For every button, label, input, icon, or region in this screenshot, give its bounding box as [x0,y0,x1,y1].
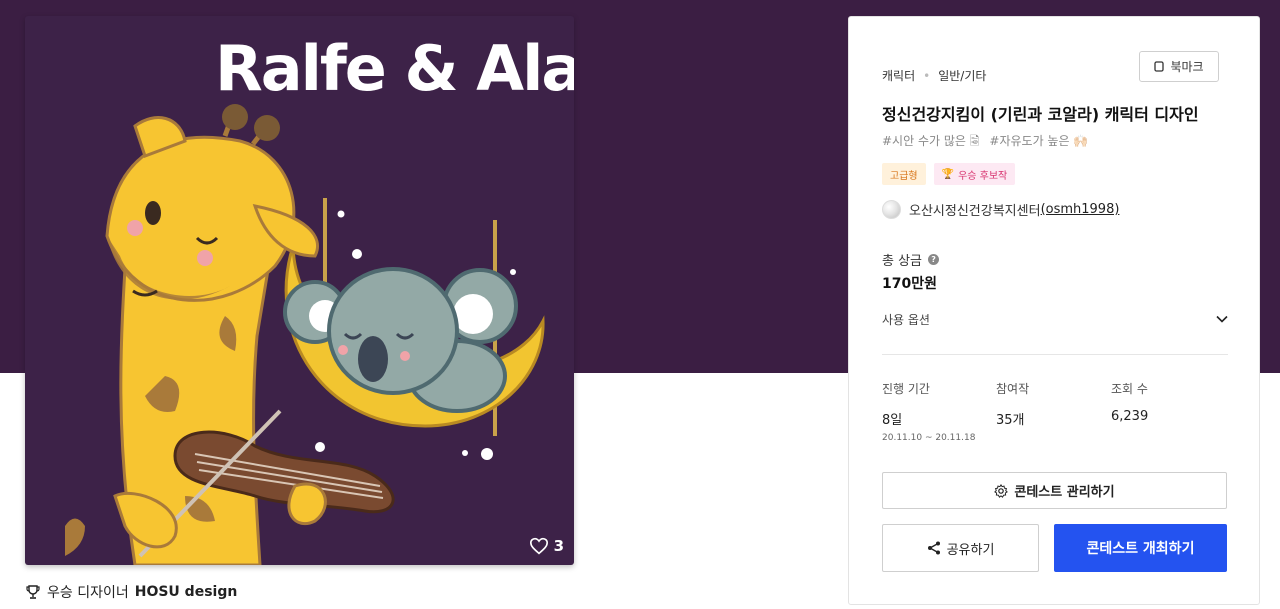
share-icon [927,541,940,555]
winner-name[interactable]: HOSU design [135,584,238,600]
stat-entries-label: 참여작 [996,382,1030,396]
usage-options-dropdown[interactable]: 사용 옵션 [882,307,1228,331]
prize-value: 170만원 [882,276,937,292]
tag-many-drafts[interactable]: #시안 수가 많은 🗟 [882,132,979,153]
breadcrumb-separator: • [923,68,931,83]
candidate-badge: 🏆 우승 후보작 [933,163,1016,185]
divider [882,354,1228,355]
stat-entries-value: 35개 [996,413,1025,428]
bookmark-label: 북마크 [1170,60,1204,74]
premium-badge: 고급형 [882,163,926,185]
share-button[interactable]: 공유하기 [882,524,1039,572]
host-handle-link[interactable]: (osmh1998) [1041,202,1120,217]
stat-period-value: 8일 [882,413,903,428]
gear-icon [994,483,1009,498]
bookmark-button[interactable]: 북마크 [1139,51,1219,82]
stat-views-value: 6,239 [1111,409,1149,424]
candidate-badge-label: 우승 후보작 [958,170,1008,182]
like-button[interactable]: 3 [529,537,564,555]
stat-views-label: 조회 수 [1111,382,1148,396]
stat-period-label: 진행 기간 [882,382,930,396]
contest-tags: #시안 수가 많은 🗟 #자유도가 높은 🙌🏻 [882,132,1088,153]
host-info: 오산시정신건강복지센터 (osmh1998) [882,200,1119,219]
usage-options-label: 사용 옵션 [882,312,930,327]
contest-artwork[interactable]: Ralfe & Ala 3 [25,16,574,565]
winner-designer: 우승 디자이너 HOSU design [25,582,237,602]
prize-label-row: 총 상금 ? [882,250,940,269]
help-icon[interactable]: ? [928,254,940,265]
heart-icon [529,537,548,555]
contest-info-card: 캐릭터 • 일반/기타 북마크 정신건강지킴이 (기린과 코알라) 캐릭터 디자… [848,16,1260,605]
host-name: 오산시정신건강복지센터 [909,204,1041,219]
manage-contest-label: 콘테스트 관리하기 [1014,485,1115,500]
contest-badges: 고급형 🏆 우승 후보작 [882,163,1016,185]
share-label: 공유하기 [946,542,995,558]
tag-high-freedom[interactable]: #자유도가 높은 🙌🏻 [989,132,1088,153]
trophy-icon: 🏆 [941,168,955,180]
chevron-down-icon [1216,315,1228,323]
contest-title: 정신건강지킴이 (기린과 코알라) 캐릭터 디자인 [882,105,1199,124]
artwork-title-text: Ralfe & Ala [215,32,574,105]
like-count: 3 [553,537,564,555]
bookmark-icon [1154,61,1165,72]
manage-contest-button[interactable]: 콘테스트 관리하기 [882,472,1227,509]
stat-entries: 참여작 35개 [996,380,1029,428]
stat-views: 조회 수 6,239 [1111,380,1148,424]
host-avatar[interactable] [882,200,901,219]
breadcrumb-category[interactable]: 캐릭터 [882,67,915,84]
stat-period: 진행 기간 8일 20.11.10 ~ 20.11.18 [882,380,975,443]
stat-period-dates: 20.11.10 ~ 20.11.18 [882,433,976,443]
breadcrumb-subcategory[interactable]: 일반/기타 [938,67,986,84]
trophy-icon [26,585,40,599]
prize-label: 총 상금 [882,254,923,269]
winner-prefix: 우승 디자이너 [47,585,129,601]
host-contest-button[interactable]: 콘테스트 개최하기 [1054,524,1227,572]
breadcrumb: 캐릭터 • 일반/기타 [882,67,986,84]
